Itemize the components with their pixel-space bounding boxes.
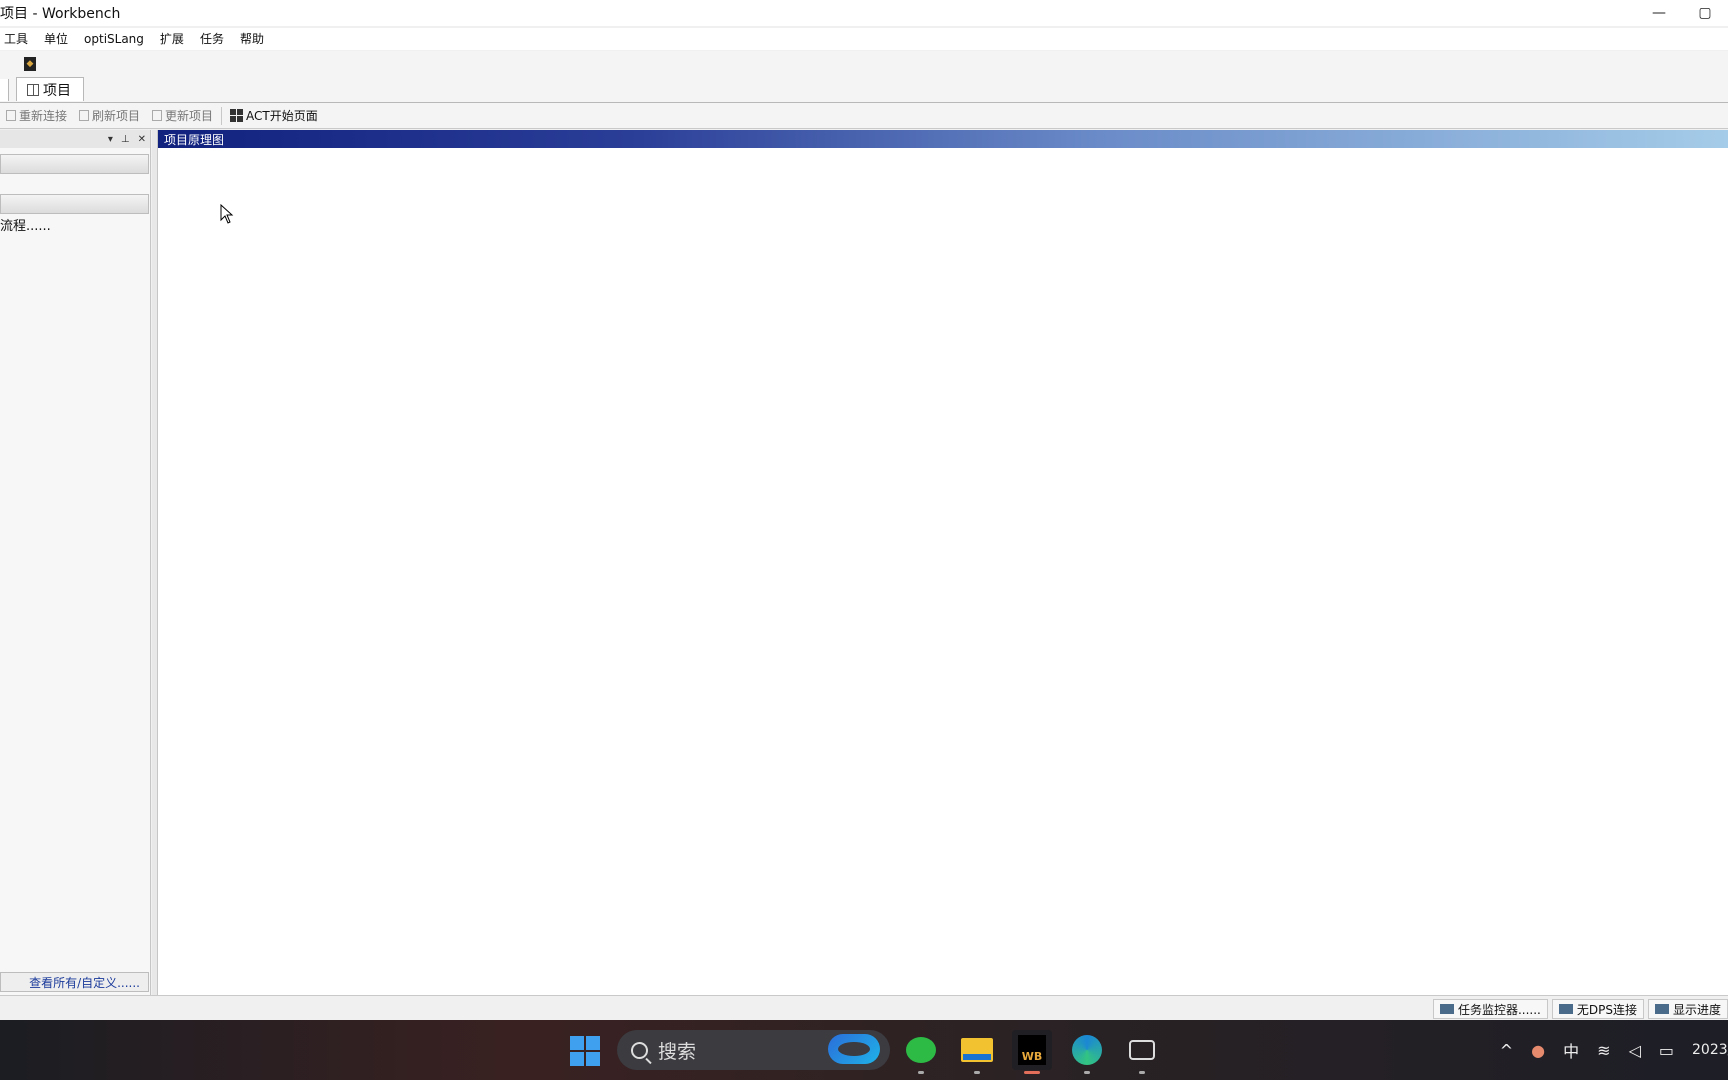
title-bar: 项目 - Workbench — ▢ — [0, 0, 1728, 26]
taskbar-wechat[interactable] — [901, 1030, 941, 1074]
workflow-item[interactable]: 流程...... — [0, 215, 51, 234]
volume-icon[interactable]: ◁ — [1629, 1041, 1641, 1060]
copilot-icon[interactable] — [828, 1034, 880, 1064]
tab-strip: 项目 — [0, 77, 1728, 103]
computer-icon — [1558, 1004, 1573, 1014]
menu-extensions[interactable]: 扩展 — [152, 28, 192, 50]
workbench-icon[interactable]: ◆ — [24, 57, 36, 71]
reconnect-button[interactable]: 重新连接 — [0, 107, 73, 124]
mouse-cursor-icon — [220, 204, 234, 224]
tab-left-stub[interactable] — [0, 79, 9, 101]
menu-help[interactable]: 帮助 — [232, 28, 272, 50]
tab-project[interactable]: 项目 — [16, 77, 84, 101]
edge-icon — [1072, 1035, 1102, 1065]
system-tray: ^ ● 中 ≋ ◁ ▭ 2023/ — [1500, 1020, 1728, 1080]
toolbox-group-bar-2[interactable] — [0, 194, 149, 214]
reconnect-label: 重新连接 — [19, 109, 68, 123]
act-start-page-label: ACT开始页面 — [246, 109, 318, 123]
schematic-icon — [27, 83, 39, 96]
taskbar: 搜索 WB ^ ● 中 ≋ ◁ ▭ 2023/ — [0, 1020, 1728, 1080]
dropdown-icon[interactable]: ▾ — [108, 134, 113, 145]
taskbar-workbench[interactable]: WB — [1012, 1030, 1052, 1074]
window-title: 项目 - Workbench — [0, 6, 121, 22]
refresh-project-button[interactable]: 刷新项目 — [73, 107, 146, 124]
microphone-icon[interactable]: ● — [1531, 1041, 1545, 1060]
menu-jobs[interactable]: 任务 — [192, 28, 232, 50]
remote-desktop-icon — [1129, 1040, 1155, 1060]
show-progress-label: 显示进度 — [1672, 1002, 1721, 1017]
toolbox-group-bar[interactable] — [0, 154, 149, 174]
update-icon — [152, 110, 163, 121]
workbench-app-label: WB — [1021, 1050, 1043, 1063]
pin-icon[interactable]: ⊥ — [121, 134, 130, 145]
refresh-icon — [79, 110, 90, 121]
dps-connection-label: 无DPS连接 — [1576, 1002, 1637, 1017]
project-schematic[interactable]: 项目原理图 — [158, 130, 1728, 995]
quick-access-toolbar: ◆ — [0, 51, 1728, 77]
taskbar-edge[interactable] — [1067, 1030, 1107, 1074]
taskbar-remote-desktop[interactable] — [1122, 1030, 1162, 1074]
view-all-customize-link[interactable]: 查看所有/自定义...... — [0, 972, 149, 992]
window-controls: — ▢ — [1636, 0, 1728, 26]
menu-bar: 工具 单位 optiSLang 扩展 任务 帮助 — [0, 28, 1728, 50]
show-progress-button[interactable]: 显示进度 — [1647, 999, 1728, 1019]
start-button[interactable] — [570, 1036, 600, 1066]
close-icon[interactable]: ✕ — [138, 134, 146, 145]
battery-icon[interactable]: ▭ — [1659, 1041, 1674, 1060]
toolbox-panel: ▾ ⊥ ✕ 流程...... 查看所有/自定义...... — [0, 130, 151, 995]
search-icon — [631, 1041, 648, 1059]
grid-icon — [230, 109, 244, 122]
schematic-header: 项目原理图 — [158, 130, 1728, 148]
search-label: 搜索 — [658, 1040, 697, 1063]
toolbox-header: ▾ ⊥ ✕ — [0, 130, 150, 148]
wechat-icon — [906, 1037, 936, 1063]
wifi-icon[interactable]: ≋ — [1597, 1041, 1610, 1060]
chevron-up-icon[interactable]: ^ — [1500, 1041, 1513, 1060]
act-start-page-button[interactable]: ACT开始页面 — [224, 107, 324, 124]
minimize-button[interactable]: — — [1636, 0, 1682, 26]
toolbar-separator — [221, 106, 223, 125]
update-project-label: 更新项目 — [165, 109, 214, 123]
ime-indicator[interactable]: 中 — [1563, 1038, 1579, 1062]
menu-tools[interactable]: 工具 — [0, 28, 36, 50]
refresh-project-label: 刷新项目 — [92, 109, 141, 123]
status-items: 任务监控器...... 无DPS连接 显示进度 — [1432, 999, 1728, 1019]
tab-project-label: 项目 — [43, 82, 71, 99]
reconnect-icon — [6, 110, 16, 121]
job-monitor-button[interactable]: 任务监控器...... — [1432, 999, 1548, 1019]
menu-units[interactable]: 单位 — [36, 28, 76, 50]
progress-icon — [1654, 1004, 1669, 1014]
menu-optislang[interactable]: optiSLang — [76, 28, 152, 50]
maximize-button[interactable]: ▢ — [1682, 0, 1728, 26]
status-bar: 任务监控器...... 无DPS连接 显示进度 — [0, 995, 1728, 1021]
command-bar: 重新连接 刷新项目 更新项目 ACT开始页面 — [0, 103, 1728, 129]
taskbar-file-explorer[interactable] — [957, 1030, 997, 1074]
folder-icon — [961, 1038, 993, 1062]
job-monitor-label: 任务监控器...... — [1457, 1002, 1541, 1017]
monitor-icon — [1439, 1004, 1454, 1014]
workbench-app-icon: WB — [1018, 1035, 1046, 1065]
update-project-button[interactable]: 更新项目 — [146, 107, 219, 124]
clock[interactable]: 2023/ — [1692, 1042, 1728, 1058]
dps-connection-button[interactable]: 无DPS连接 — [1551, 999, 1644, 1019]
